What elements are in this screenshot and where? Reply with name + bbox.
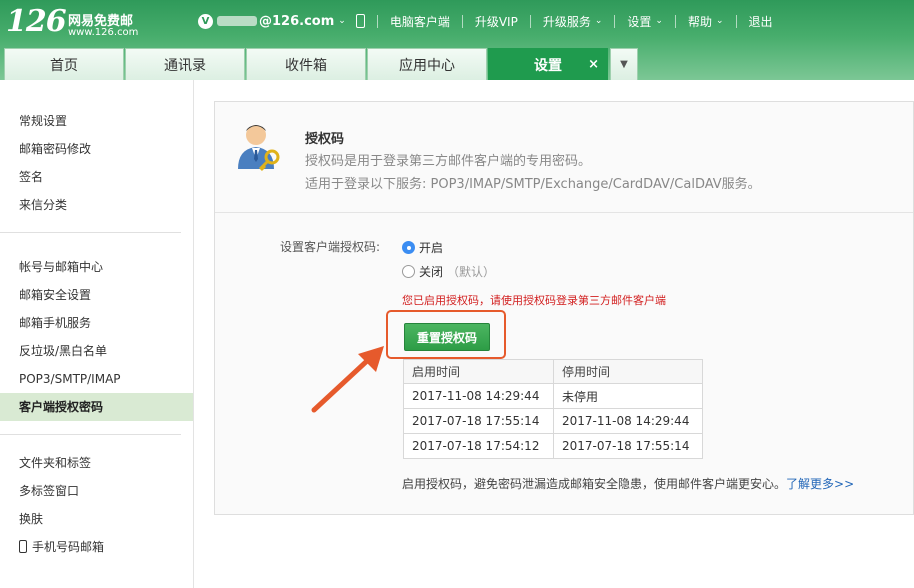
auth-history-table: 启用时间 停用时间 2017-11-08 14:29:44 未停用 2017-0… xyxy=(403,359,703,459)
tab-contacts[interactable]: 通讯录 xyxy=(125,48,245,80)
sidebar-item-password[interactable]: 邮箱密码修改 xyxy=(0,135,193,163)
cell-disabled: 2017-11-08 14:29:44 xyxy=(553,408,703,434)
account-email[interactable]: @126.com xyxy=(259,14,334,29)
auth-title: 授权码 xyxy=(305,132,345,147)
radio-disable-unchecked[interactable] xyxy=(402,265,415,278)
main-tabs: 首页 通讯录 收件箱 应用中心 设置 × ▼ xyxy=(4,48,638,80)
sidebar-group-account: 帐号与邮箱中心 邮箱安全设置 邮箱手机服务 反垃圾/黑白名单 POP3/SMTP… xyxy=(0,233,193,421)
chevron-down-icon[interactable]: ⌄ xyxy=(338,16,346,26)
divider xyxy=(735,14,737,28)
top-link-upgrade-vip[interactable]: 升级VIP xyxy=(475,13,518,30)
table-row: 2017-07-18 17:55:14 2017-11-08 14:29:44 xyxy=(403,408,703,434)
sidebar-item-account-center[interactable]: 帐号与邮箱中心 xyxy=(0,253,193,281)
tab-settings[interactable]: 设置 × xyxy=(488,48,608,80)
vip-badge-icon: V xyxy=(198,13,213,29)
radio-disable-label[interactable]: 关闭 xyxy=(419,263,443,280)
auth-intro: 授权码 授权码是用于登录第三方邮件客户端的专用密码。 适用于登录以下服务: PO… xyxy=(215,102,913,213)
sidebar-item-skin[interactable]: 换肤 xyxy=(0,505,193,533)
radio-default-note: （默认） xyxy=(447,265,496,279)
top-link-upgrade-service[interactable]: 升级服务 xyxy=(543,13,591,30)
sidebar-item-pop3-smtp-imap[interactable]: POP3/SMTP/IMAP xyxy=(0,365,193,393)
divider xyxy=(529,14,531,28)
divider xyxy=(614,14,616,28)
auth-setting-label: 设置客户端授权码: xyxy=(280,240,381,254)
app-header: 126 网易免费邮 www.126.com V @126.com ⌄ 电脑客户端… xyxy=(0,0,914,80)
tab-app-center[interactable]: 应用中心 xyxy=(367,48,487,80)
radio-enable-label[interactable]: 开启 xyxy=(419,239,443,256)
top-nav: V @126.com ⌄ 电脑客户端 升级VIP 升级服务 ⌄ 设置 ⌄ 帮助 ⌄ 退… xyxy=(198,11,773,31)
divider xyxy=(674,14,676,28)
tab-inbox[interactable]: 收件箱 xyxy=(246,48,366,80)
tab-settings-label: 设置 xyxy=(534,57,562,74)
radio-enable-checked[interactable] xyxy=(402,241,415,254)
mobile-icon xyxy=(19,540,27,553)
auth-description: 授权码是用于登录第三方邮件客户端的专用密码。 xyxy=(305,154,592,169)
top-link-logout[interactable]: 退出 xyxy=(749,13,773,30)
sidebar-group-misc: 文件夹和标签 多标签窗口 换肤 手机号码邮箱 xyxy=(0,435,193,561)
footer-note-text: 启用授权码，避免密码泄漏造成邮箱安全隐患，使用邮件客户端更安心。 xyxy=(402,477,787,491)
table-header-row: 启用时间 停用时间 xyxy=(403,359,703,384)
cell-enabled: 2017-07-18 17:54:12 xyxy=(403,433,554,459)
sidebar-item-mobile-service[interactable]: 邮箱手机服务 xyxy=(0,309,193,337)
tabs-more-chevron-down-icon[interactable]: ▼ xyxy=(610,48,638,80)
chevron-down-icon[interactable]: ⌄ xyxy=(655,16,663,26)
radio-disable[interactable]: 关闭 （默认） xyxy=(402,263,495,280)
learn-more-link[interactable]: 了解更多>> xyxy=(786,477,854,491)
sidebar-item-client-auth-code[interactable]: 客户端授权密码 xyxy=(0,393,193,421)
top-link-settings[interactable]: 设置 xyxy=(627,13,651,30)
tab-home[interactable]: 首页 xyxy=(4,48,124,80)
col-enabled-time: 启用时间 xyxy=(403,359,554,384)
logo[interactable]: 126 网易免费邮 www.126.com xyxy=(6,4,138,39)
radio-enable[interactable]: 开启 xyxy=(402,239,443,256)
sidebar-item-signature[interactable]: 签名 xyxy=(0,163,193,191)
sidebar-item-folders-labels[interactable]: 文件夹和标签 xyxy=(0,449,193,477)
sidebar-item-multi-tab[interactable]: 多标签窗口 xyxy=(0,477,193,505)
cell-disabled: 未停用 xyxy=(553,383,703,409)
annotation-arrow-icon xyxy=(311,346,384,413)
divider xyxy=(461,14,463,28)
sidebar-item-general[interactable]: 常规设置 xyxy=(0,107,193,135)
sidebar-item-mail-filter[interactable]: 来信分类 xyxy=(0,191,193,219)
reset-auth-code-button[interactable]: 重置授权码 xyxy=(404,323,490,351)
logo-url: www.126.com xyxy=(68,27,139,38)
chevron-down-icon[interactable]: ⌄ xyxy=(595,16,603,26)
top-link-help[interactable]: 帮助 xyxy=(688,13,712,30)
footer-note: 启用授权码，避免密码泄漏造成邮箱安全隐患，使用邮件客户端更安心。了解更多>> xyxy=(402,475,854,492)
sidebar-item-label: 手机号码邮箱 xyxy=(32,540,105,554)
top-link-desktop-client[interactable]: 电脑客户端 xyxy=(390,13,450,30)
account-name-redacted xyxy=(217,16,257,26)
divider xyxy=(376,14,378,28)
auth-warning: 您已启用授权码，请使用授权码登录第三方邮件客户端 xyxy=(402,294,666,307)
col-disabled-time: 停用时间 xyxy=(553,359,703,384)
table-row: 2017-11-08 14:29:44 未停用 xyxy=(403,383,703,409)
mobile-icon[interactable] xyxy=(355,14,365,28)
auth-code-panel: 授权码 授权码是用于登录第三方邮件客户端的专用密码。 适用于登录以下服务: PO… xyxy=(214,101,914,515)
sidebar-group-general: 常规设置 邮箱密码修改 签名 来信分类 xyxy=(0,80,193,219)
settings-sidebar: 常规设置 邮箱密码修改 签名 来信分类 帐号与邮箱中心 邮箱安全设置 邮箱手机服… xyxy=(0,80,194,588)
cell-disabled: 2017-07-18 17:55:14 xyxy=(553,433,703,459)
cell-enabled: 2017-11-08 14:29:44 xyxy=(403,383,554,409)
table-row: 2017-07-18 17:54:12 2017-07-18 17:55:14 xyxy=(403,433,703,459)
user-key-icon xyxy=(238,125,280,172)
sidebar-item-antispam[interactable]: 反垃圾/黑白名单 xyxy=(0,337,193,365)
cell-enabled: 2017-07-18 17:55:14 xyxy=(403,408,554,434)
logo-number: 126 xyxy=(6,4,67,39)
auth-services: 适用于登录以下服务: POP3/IMAP/SMTP/Exchange/CardD… xyxy=(305,177,761,192)
chevron-down-icon[interactable]: ⌄ xyxy=(716,16,724,26)
sidebar-item-phone-mailbox[interactable]: 手机号码邮箱 xyxy=(0,533,193,561)
sidebar-item-security[interactable]: 邮箱安全设置 xyxy=(0,281,193,309)
close-icon[interactable]: × xyxy=(588,57,599,72)
